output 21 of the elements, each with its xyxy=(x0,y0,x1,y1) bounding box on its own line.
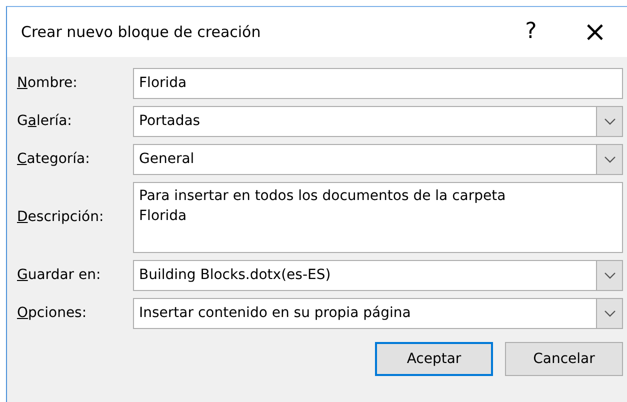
dropdown[interactable]: Building Blocks.dotx(es-ES) xyxy=(133,260,623,291)
window-title: Crear nuevo bloque de creación xyxy=(21,22,262,43)
chevron-down-icon[interactable] xyxy=(596,107,622,136)
chevron-down-icon[interactable] xyxy=(596,145,622,174)
field-label: Nombre: xyxy=(17,74,78,93)
close-button[interactable]: × xyxy=(563,18,627,46)
field-label: Descripción: xyxy=(17,208,105,227)
dropdown[interactable]: Insertar contenido en su propia página xyxy=(133,298,623,329)
chevron-down-icon[interactable] xyxy=(596,299,622,328)
cancel-button[interactable]: Cancelar xyxy=(505,342,623,376)
dropdown[interactable]: Portadas xyxy=(133,106,623,137)
field-label: Opciones: xyxy=(17,304,88,323)
dropdown[interactable]: General xyxy=(133,144,623,175)
field-label: Galería: xyxy=(17,112,73,131)
field-label: Categoría: xyxy=(17,150,91,169)
description-field[interactable]: Para insertar en todos los documentos de la carpeta Florida xyxy=(133,182,623,253)
accept-button[interactable]: Aceptar xyxy=(375,342,493,376)
chevron-down-icon[interactable] xyxy=(596,261,622,290)
name-field[interactable]: Florida xyxy=(133,68,623,99)
help-button[interactable]: ? xyxy=(499,21,563,43)
field-label: Guardar en: xyxy=(17,266,102,285)
